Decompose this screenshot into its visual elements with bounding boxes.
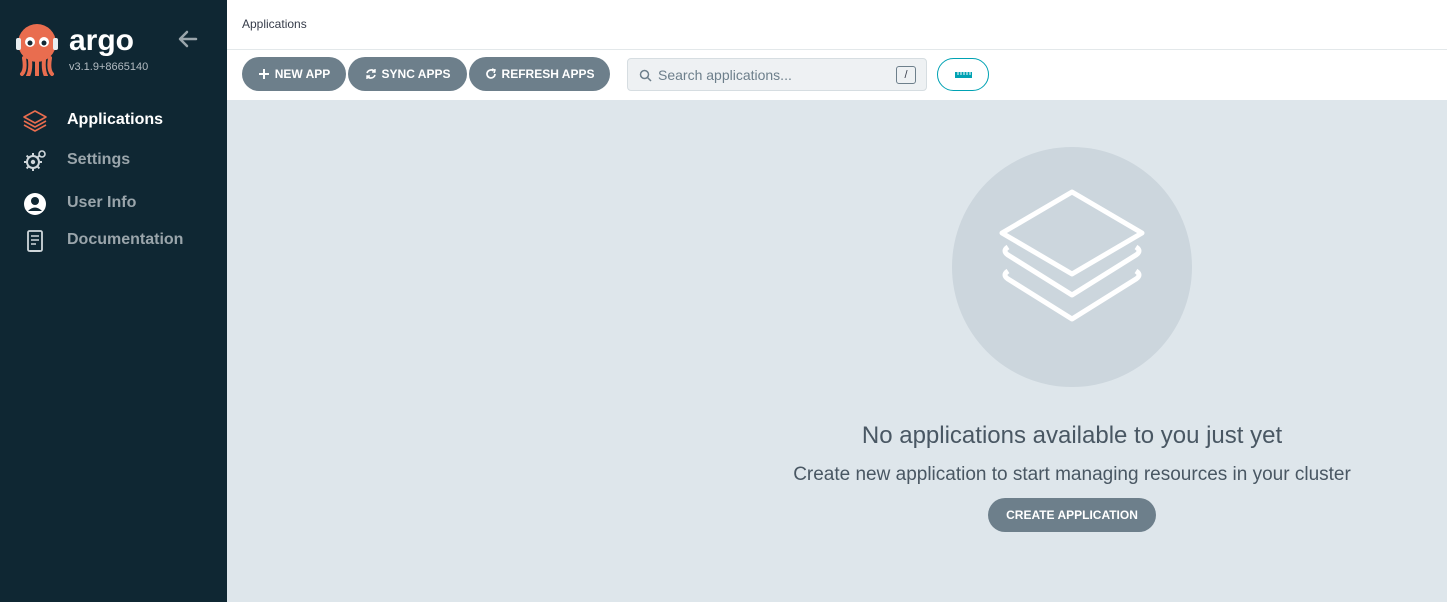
empty-state-subtitle: Create new application to start managing… xyxy=(793,464,1351,485)
sidebar-item-label: Documentation xyxy=(67,231,184,248)
search-input[interactable] xyxy=(658,64,888,86)
sidebar-item-documentation[interactable]: Documentation xyxy=(0,222,227,258)
new-app-button[interactable]: NEW APP xyxy=(242,57,346,91)
sidebar-item-label: User Info xyxy=(67,194,137,211)
empty-state-illustration xyxy=(952,147,1192,387)
toolbar: NEW APP SYNC APPS REFRESH APPS / xyxy=(227,50,1447,100)
version-label: v3.1.9+8665140 xyxy=(69,61,149,73)
sidebar-item-label: Applications xyxy=(67,111,164,128)
create-application-button[interactable]: CREATE APPLICATION xyxy=(988,498,1156,532)
ruler-icon xyxy=(955,72,972,78)
sidebar-item-applications[interactable]: Applications xyxy=(0,102,227,138)
brand-name: argo xyxy=(69,24,135,57)
collapse-sidebar-icon[interactable] xyxy=(176,28,200,50)
search-icon xyxy=(639,69,652,82)
refresh-apps-button[interactable]: REFRESH APPS xyxy=(469,57,610,91)
sidebar-item-settings[interactable]: Settings xyxy=(0,142,227,178)
refresh-icon xyxy=(485,68,496,79)
sidebar-item-user-info[interactable]: User Info xyxy=(0,185,227,221)
sidebar: argo v3.1.9+8665140 Applications Setting… xyxy=(0,0,227,602)
layers-icon xyxy=(23,110,47,132)
sync-apps-label: SYNC APPS xyxy=(381,67,451,81)
search-box[interactable]: / xyxy=(627,58,927,91)
user-circle-icon xyxy=(24,193,46,215)
view-toggle-button[interactable] xyxy=(937,58,989,91)
argo-octopus-logo xyxy=(16,24,58,76)
search-shortcut-key: / xyxy=(896,66,916,84)
new-app-label: NEW APP xyxy=(274,67,331,81)
empty-state-title: No applications available to you just ye… xyxy=(861,422,1283,449)
sync-apps-button[interactable]: SYNC APPS xyxy=(348,57,467,91)
book-icon xyxy=(27,230,43,252)
sidebar-item-label: Settings xyxy=(67,151,131,168)
top-bar: Applications xyxy=(227,0,1447,50)
plus-icon xyxy=(258,69,269,79)
sync-icon xyxy=(365,69,376,79)
gears-icon xyxy=(24,150,46,171)
layers-icon xyxy=(999,189,1145,322)
breadcrumb: Applications xyxy=(242,17,307,31)
refresh-apps-label: REFRESH APPS xyxy=(501,67,595,81)
